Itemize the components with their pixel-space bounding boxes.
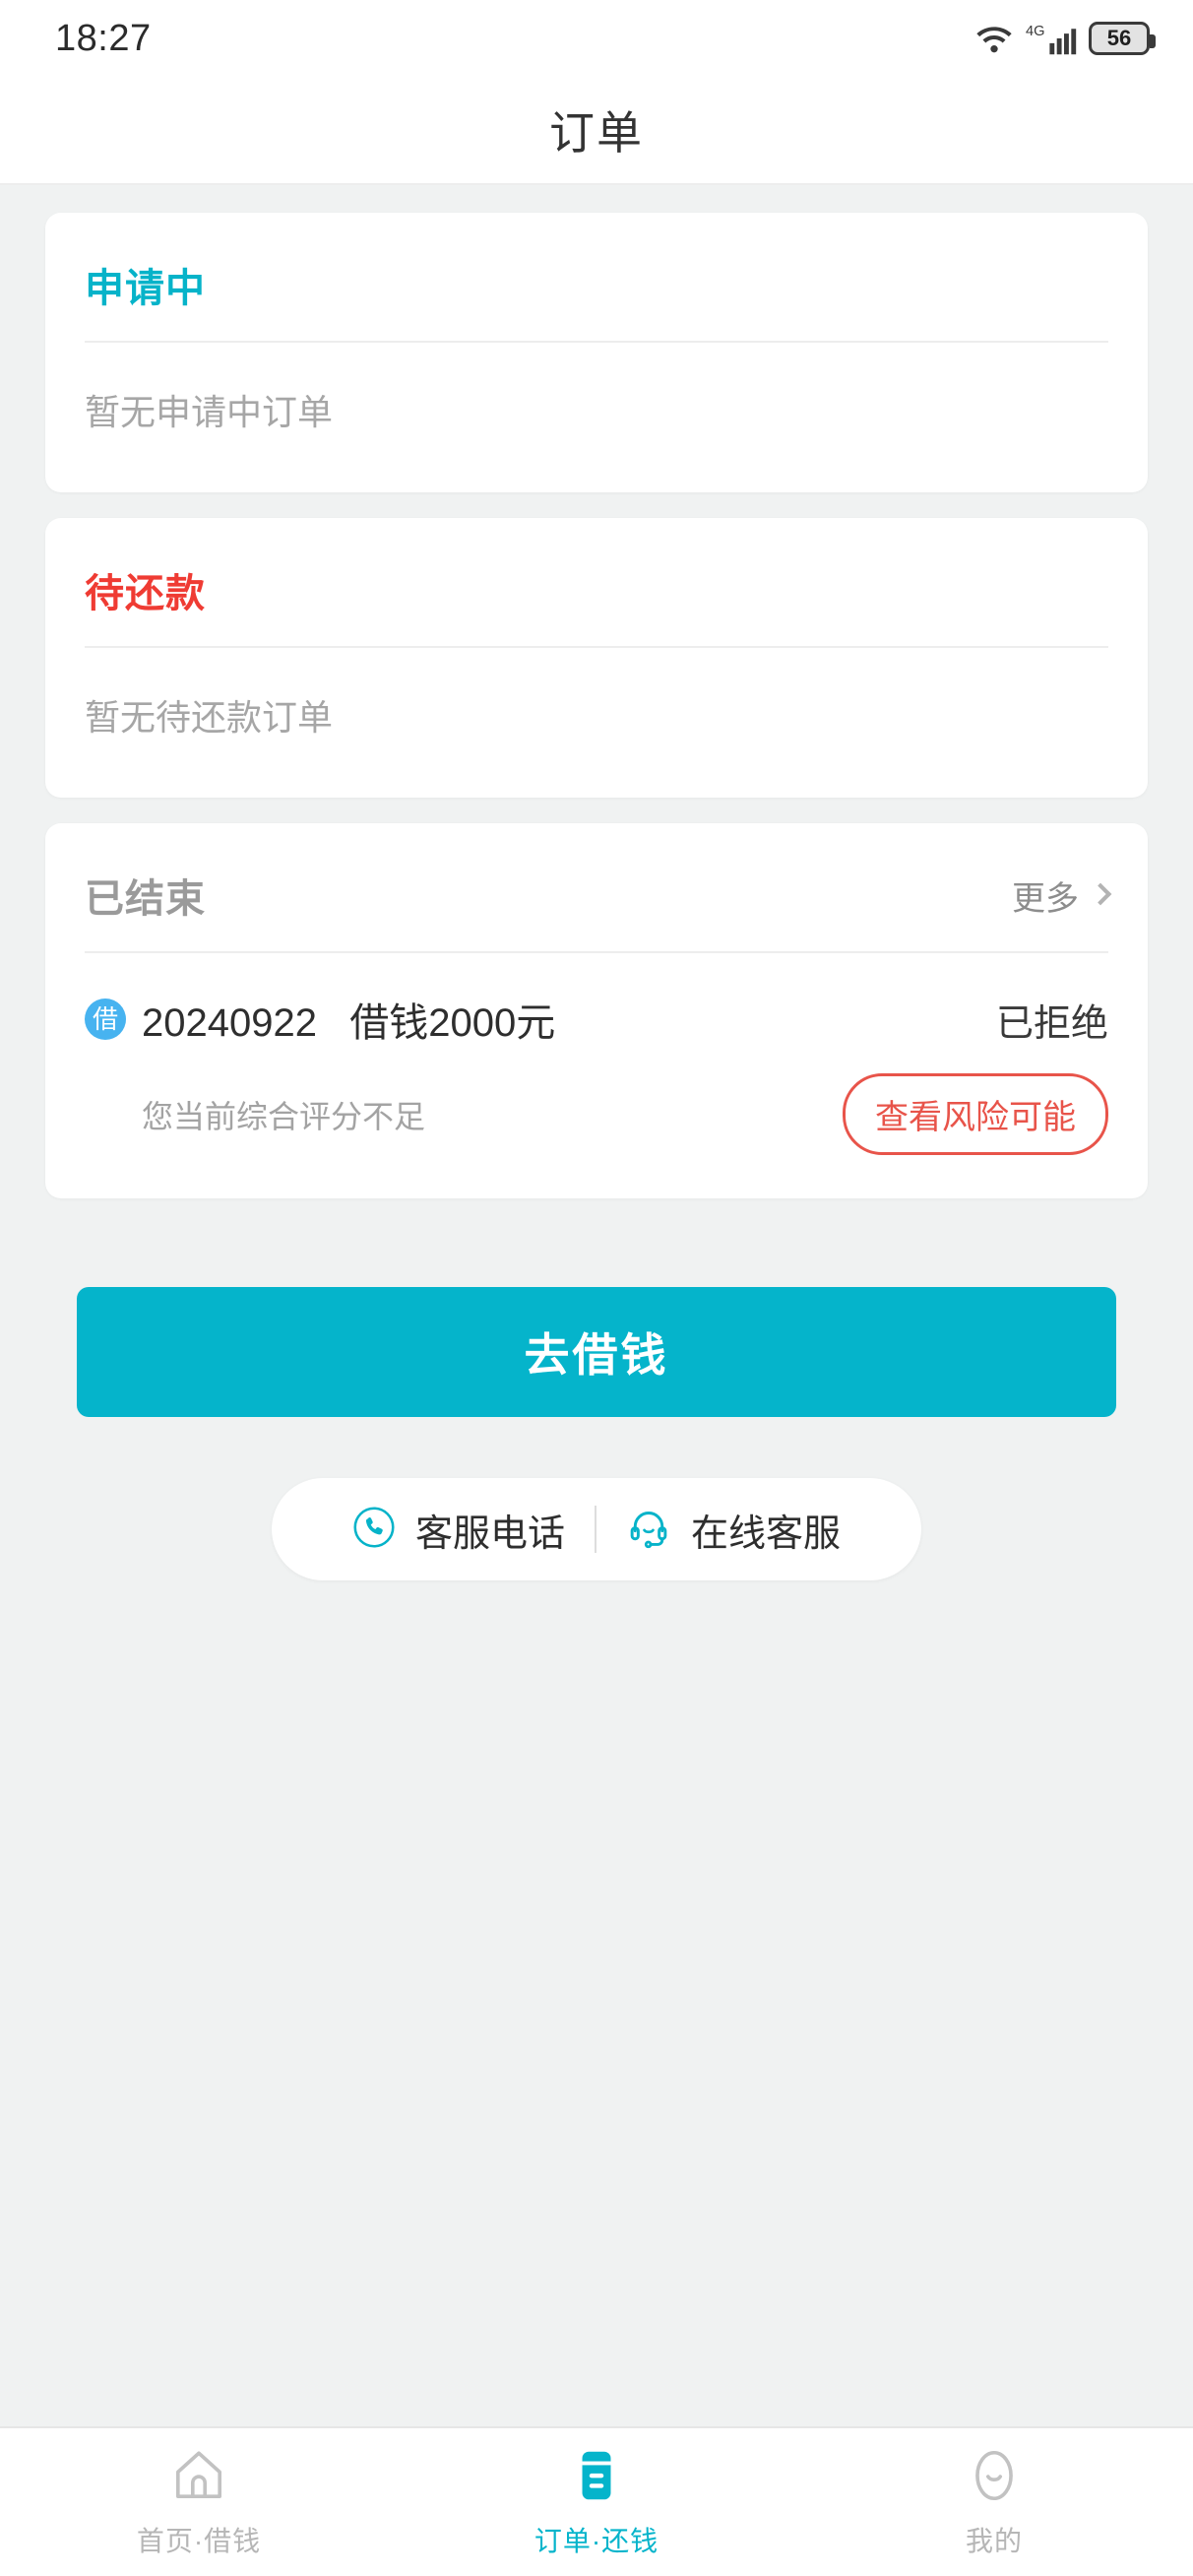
orders-icon — [566, 2445, 627, 2506]
wifi-icon — [974, 22, 1014, 55]
battery-icon: 56 — [1089, 22, 1156, 55]
loan-badge-icon: 借 — [85, 998, 126, 1040]
view-risk-button[interactable]: 查看风险可能 — [843, 1073, 1108, 1155]
support-section: 客服电话 在线客服 — [0, 1417, 1193, 1580]
battery-level: 56 — [1106, 26, 1132, 50]
borrow-money-button[interactable]: 去借钱 — [77, 1287, 1116, 1417]
app-screen: 18:27 4G 56 订单 申请中 暂无申请中订单 待还款 暂无待还款订单 已… — [0, 0, 1193, 2576]
order-status-badge: 已拒绝 — [995, 1002, 1108, 1045]
tab-home[interactable]: 首页·借钱 — [0, 2445, 398, 2559]
page-header: 订单 — [0, 77, 1193, 185]
status-bar-indicators: 4G 56 — [974, 21, 1156, 56]
page-content: 申请中 暂无申请中订单 待还款 暂无待还款订单 已结束 更多 借 2024092… — [0, 185, 1193, 2426]
status-bar-time: 18:27 — [55, 17, 152, 59]
card-pending-repayment: 待还款 暂无待还款订单 — [45, 518, 1148, 798]
support-phone-button[interactable]: 客服电话 — [323, 1503, 595, 1557]
card-pending-repayment-empty-text: 暂无待还款订单 — [85, 697, 334, 738]
phone-circle-icon — [352, 1506, 396, 1554]
order-identity: 借 20240922 借钱2000元 — [85, 991, 555, 1048]
order-primary-line: 借 20240922 借钱2000元 已拒绝 — [85, 991, 1108, 1048]
card-pending-repayment-header: 待还款 — [85, 518, 1108, 646]
bottom-navigation: 首页·借钱 订单·还钱 我的 — [0, 2426, 1193, 2576]
order-reason-note: 您当前综合评分不足 — [142, 1098, 426, 1134]
page-title: 订单 — [549, 107, 644, 159]
card-finished: 已结束 更多 借 20240922 借钱2000元 已拒绝 您当前综合评分不足 — [45, 823, 1148, 1198]
profile-smiley-icon — [964, 2445, 1025, 2506]
cta-section: 去借钱 — [0, 1224, 1193, 1417]
card-applying-title: 申请中 — [85, 267, 206, 310]
status-bar: 18:27 4G 56 — [0, 0, 1193, 77]
tab-home-label: 首页·借钱 — [136, 2526, 262, 2556]
support-pill: 客服电话 在线客服 — [271, 1478, 922, 1580]
card-applying-empty-text: 暂无申请中订单 — [85, 392, 334, 432]
support-chat-button[interactable]: 在线客服 — [596, 1503, 870, 1557]
support-phone-label: 客服电话 — [414, 1513, 565, 1555]
signal-bars-icon: 4G — [1026, 21, 1077, 56]
tab-orders-label: 订单·还钱 — [534, 2526, 659, 2556]
card-finished-header: 已结束 更多 — [85, 823, 1112, 951]
tab-profile-label: 我的 — [965, 2526, 1023, 2556]
headset-icon — [626, 1506, 671, 1554]
card-finished-title: 已结束 — [85, 877, 206, 921]
order-title: 20240922 借钱2000元 — [142, 1001, 556, 1045]
svg-text:4G: 4G — [1026, 24, 1045, 39]
order-row[interactable]: 借 20240922 借钱2000元 已拒绝 您当前综合评分不足 查看风险可能 — [85, 953, 1108, 1198]
order-secondary-line: 您当前综合评分不足 查看风险可能 — [85, 1073, 1108, 1155]
more-label: 更多 — [1012, 879, 1079, 918]
chevron-right-icon — [1089, 882, 1112, 906]
card-applying: 申请中 暂无申请中订单 — [45, 213, 1148, 492]
support-chat-label: 在线客服 — [691, 1513, 842, 1555]
more-link[interactable]: 更多 — [1012, 871, 1112, 920]
card-applying-header: 申请中 — [85, 213, 1108, 341]
tab-profile[interactable]: 我的 — [795, 2445, 1193, 2559]
tab-orders[interactable]: 订单·还钱 — [398, 2445, 795, 2559]
home-icon — [168, 2445, 229, 2506]
card-pending-repayment-title: 待还款 — [85, 572, 206, 615]
